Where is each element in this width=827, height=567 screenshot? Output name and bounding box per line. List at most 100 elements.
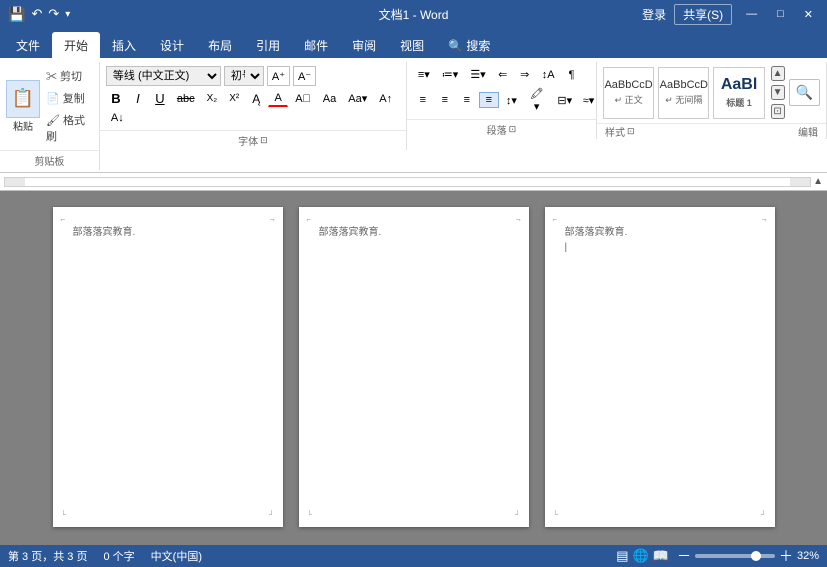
page-2-corner-tr: ¬	[516, 215, 521, 224]
tab-design[interactable]: 设计	[148, 32, 196, 58]
chinese-layout-button[interactable]: ≈▾	[578, 92, 598, 109]
window-title: 文档1 - Word	[379, 6, 449, 23]
subscript-button[interactable]: X₂	[202, 91, 223, 106]
clear-format-button[interactable]: Ą	[246, 90, 266, 108]
align-left-button[interactable]: ≡	[413, 92, 433, 108]
line-spacing-button[interactable]: ↕▾	[501, 92, 521, 109]
redo-icon[interactable]: ↷	[48, 6, 59, 22]
italic-button[interactable]: I	[128, 89, 148, 108]
login-button[interactable]: 登录	[642, 6, 666, 23]
font-size-select[interactable]: 初号	[224, 66, 264, 86]
font-case-button[interactable]: Aa▾	[343, 90, 372, 107]
page-2-text: 部落落宾教育.	[319, 223, 509, 238]
tab-mail[interactable]: 邮件	[292, 32, 340, 58]
customize-qat-icon[interactable]: ▾	[65, 9, 70, 20]
multilevel-list-button[interactable]: ☰▾	[465, 66, 490, 83]
ruler-toggle-icon[interactable]: ▲	[813, 176, 823, 187]
paste-button[interactable]: 📋 粘贴	[6, 80, 40, 133]
zoom-out-button[interactable]: －	[677, 546, 691, 566]
page-3-corner-tr: ¬	[762, 215, 767, 224]
font-size-inc-button[interactable]: A↑	[374, 91, 397, 107]
paragraph-group-label: 段落⊡	[407, 119, 596, 139]
zoom-slider[interactable]	[695, 554, 775, 558]
page-1-content[interactable]: 部落落宾教育.	[73, 223, 263, 238]
edit-group-label: 编辑	[798, 124, 818, 139]
superscript-button[interactable]: X²	[224, 91, 244, 106]
cut-button[interactable]: ✂ 剪切	[42, 66, 93, 86]
save-icon[interactable]: 💾	[8, 6, 25, 23]
paragraph-expand-icon[interactable]: ⊡	[509, 124, 517, 135]
strikethrough-button[interactable]: abc	[172, 91, 200, 107]
tab-view[interactable]: 视图	[388, 32, 436, 58]
styles-expand[interactable]: ⊡	[771, 104, 785, 119]
page-1: ⌐ ¬ 部落落宾教育. └ ┘	[53, 207, 283, 527]
font-grow-button[interactable]: A⁺	[267, 66, 290, 86]
highlight-color-button[interactable]: A⃝	[290, 91, 316, 107]
numbered-list-button[interactable]: ≔▾	[437, 66, 464, 83]
tab-references[interactable]: 引用	[244, 32, 292, 58]
page-count-status: 第 3 页，共 3 页	[8, 548, 87, 564]
bold-button[interactable]: B	[106, 89, 126, 108]
maximize-button[interactable]: □	[771, 6, 790, 22]
styles-scroll-down[interactable]: ▼	[771, 85, 785, 100]
underline-button[interactable]: U	[150, 89, 170, 108]
style-no-spacing-preview: AaBbCcD	[660, 79, 708, 91]
zoom-in-button[interactable]: ＋	[779, 546, 793, 566]
paragraph-group: ≡▾ ≔▾ ☰▾ ⇐ ⇒ ↕A ¶ ≡ ≡ ≡ ≡ ↕▾ 🖍▾ ⊟▾ ≈▾ 段落…	[407, 62, 597, 139]
align-right-button[interactable]: ≡	[457, 92, 477, 108]
borders-button[interactable]: ⊟▾	[552, 92, 575, 109]
style-heading1-preview: AaBl	[721, 76, 757, 94]
page-3-corner-tl: ⌐	[553, 215, 558, 224]
font-expand-icon[interactable]: ⊡	[260, 135, 268, 146]
page-1-corner-bl: └	[61, 510, 67, 519]
font-size-dec-button[interactable]: A↓	[106, 110, 129, 126]
align-center-button[interactable]: ≡	[435, 92, 455, 108]
ribbon: 📋 粘贴 ✂ 剪切 📄 复制 🖌 格式刷 剪贴板 等线 (中文正文)	[0, 58, 827, 173]
clipboard-label: 剪贴板	[0, 150, 99, 170]
tab-search[interactable]: 🔍 搜索	[436, 32, 502, 58]
decrease-indent-button[interactable]: ⇐	[493, 66, 513, 83]
font-shrink-button[interactable]: A⁻	[293, 66, 316, 86]
align-justify-button[interactable]: ≡	[479, 92, 499, 108]
copy-button[interactable]: 📄 复制	[42, 88, 93, 108]
style-heading1[interactable]: AaBl 标题 1	[713, 67, 764, 119]
minimize-button[interactable]: —	[740, 6, 763, 22]
sort-button[interactable]: ↕A	[537, 67, 560, 83]
show-marks-button[interactable]: ¶	[562, 67, 582, 83]
page-3-content[interactable]: 部落落宾教育. |	[565, 223, 755, 253]
tab-home[interactable]: 开始	[52, 32, 100, 58]
document-content-area[interactable]: ⌐ ¬ 部落落宾教育. └ ┘ ⌐ ¬ 部落落宾教育. └ ┘ ⌐ ¬ 部落落宾…	[0, 191, 827, 545]
bullet-list-button[interactable]: ≡▾	[413, 66, 435, 83]
styles-expand-icon[interactable]: ⊡	[627, 126, 635, 137]
format-painter-button[interactable]: 🖌 格式刷	[42, 110, 93, 146]
tab-file[interactable]: 文件	[4, 32, 52, 58]
clipboard-group: 📋 粘贴 ✂ 剪切 📄 复制 🖌 格式刷 剪贴板	[0, 62, 100, 170]
language-status: 中文(中国)	[151, 548, 202, 564]
close-button[interactable]: ✕	[798, 6, 819, 23]
styles-scroll-up[interactable]: ▲	[771, 66, 785, 81]
view-buttons: ▤ 🌐 📖	[616, 548, 669, 564]
fill-color-button[interactable]: 🖍▾	[523, 85, 551, 115]
paragraph-group-inner: ≡▾ ≔▾ ☰▾ ⇐ ⇒ ↕A ¶ ≡ ≡ ≡ ≡ ↕▾ 🖍▾ ⊟▾ ≈▾	[407, 62, 596, 119]
font-group-inner: 等线 (中文正文) 初号 A⁺ A⁻ B I U abc X₂ X² Ą A A…	[100, 62, 406, 130]
share-button[interactable]: 共享(S)	[674, 4, 732, 25]
page-3-text: 部落落宾教育.	[565, 223, 755, 238]
read-mode-button[interactable]: 📖	[653, 548, 669, 564]
style-no-spacing[interactable]: AaBbCcD ↵ 无间隔	[658, 67, 709, 119]
font-color-button[interactable]: A	[268, 90, 288, 107]
print-layout-button[interactable]: ▤	[616, 548, 628, 564]
text-effect-button[interactable]: Aa	[318, 91, 341, 107]
title-bar: 💾 ↶ ↷ ▾ 文档1 - Word 登录 共享(S) — □ ✕	[0, 0, 827, 28]
style-normal[interactable]: AaBbCcD ↵ 正文	[603, 67, 654, 119]
page-1-corner-tl: ⌐	[61, 215, 66, 224]
increase-indent-button[interactable]: ⇒	[515, 66, 535, 83]
tab-insert[interactable]: 插入	[100, 32, 148, 58]
page-2-content[interactable]: 部落落宾教育.	[319, 223, 509, 238]
page-2-corner-tl: ⌐	[307, 215, 312, 224]
tab-review[interactable]: 审阅	[340, 32, 388, 58]
undo-icon[interactable]: ↶	[31, 6, 42, 22]
web-layout-button[interactable]: 🌐	[633, 548, 649, 564]
tab-layout[interactable]: 布局	[196, 32, 244, 58]
find-replace-button[interactable]: 🔍	[789, 79, 820, 106]
font-face-select[interactable]: 等线 (中文正文)	[106, 66, 221, 86]
